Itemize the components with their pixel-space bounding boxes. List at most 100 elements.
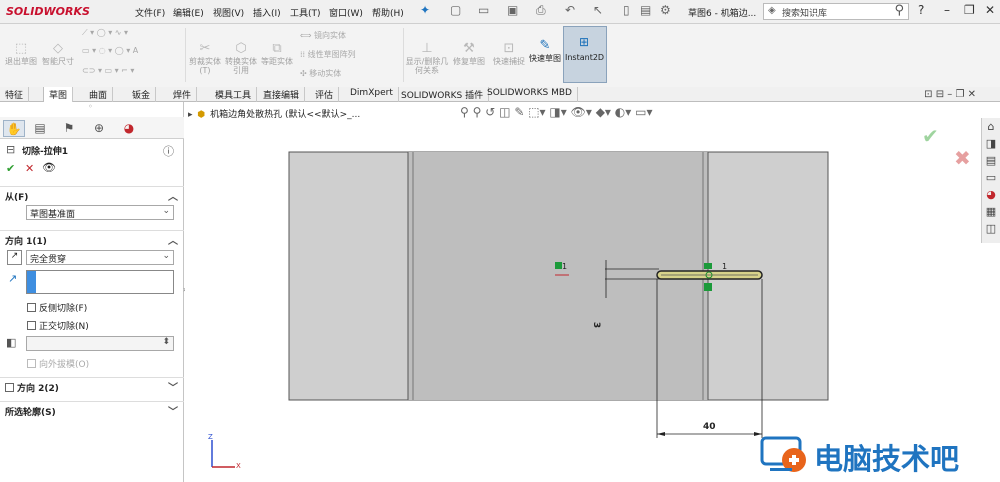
- linear-pattern-button[interactable]: ⁞⁞ 线性草图阵列: [300, 49, 356, 60]
- relations-icon: ⊥: [421, 41, 433, 56]
- appearances-icon[interactable]: ◕: [983, 188, 999, 203]
- menu-help[interactable]: 帮助(H): [372, 6, 404, 19]
- direction1-section-header[interactable]: 方向 1(1) ︿: [0, 230, 184, 247]
- draft-icon[interactable]: ◧: [6, 336, 16, 349]
- search-knowledge-box[interactable]: ◈ 搜索知识库 ⚲: [763, 3, 909, 20]
- from-section-header[interactable]: 从(F) ︿: [0, 186, 184, 203]
- task-pane-tabs: ⌂ ◨ ▤ ▭ ◕ ▦ ◫: [981, 118, 1000, 243]
- repair-sketch-button[interactable]: ⚒ 修复草图: [452, 41, 486, 66]
- dimxpert-tab-icon[interactable]: ⊕: [88, 120, 110, 137]
- draft-outward-checkbox[interactable]: 向外拔模(O): [27, 357, 89, 370]
- menu-file[interactable]: 文件(F): [135, 6, 165, 19]
- home-icon[interactable]: ⌂: [983, 120, 999, 135]
- file-explorer-icon[interactable]: ▭: [983, 171, 999, 186]
- quick-snaps-button[interactable]: ⊡ 快速捕捉: [492, 41, 526, 66]
- menu-insert[interactable]: 插入(I): [253, 6, 281, 19]
- reverse-direction-icon[interactable]: ↗: [7, 250, 22, 265]
- tab-features[interactable]: 特征: [0, 87, 30, 102]
- dimension-vertical-value[interactable]: 3: [591, 322, 601, 328]
- exit-sketch-button[interactable]: ⬚ 退出草图: [4, 41, 38, 66]
- tab-solidworks-addins[interactable]: SOLIDWORKS 插件: [396, 87, 490, 102]
- tab-direct-editing[interactable]: 直接编辑: [258, 87, 306, 102]
- stepper-icon[interactable]: ⬍: [162, 337, 170, 347]
- tab-mold-tools[interactable]: 模具工具: [210, 87, 258, 102]
- rapid-sketch-button[interactable]: ✎ 快速草图: [528, 38, 562, 63]
- smart-dimension-button[interactable]: ◇ 智能尺寸: [40, 41, 76, 66]
- preview-eye-icon[interactable]: 👁: [42, 161, 56, 174]
- graphics-area[interactable]: ▸ ⬢ 机箱边角处散热孔 (默认<<默认>_... ⚲ ⚲ ↺ ◫ ✎ ⬚▾ ◨…: [185, 89, 980, 482]
- menu-window[interactable]: 窗口(W): [329, 6, 363, 19]
- relation-badge[interactable]: [704, 283, 712, 291]
- open-icon[interactable]: ▭: [478, 3, 489, 17]
- dimension-40-value[interactable]: 40: [703, 422, 716, 432]
- forum-icon[interactable]: ◫: [983, 222, 999, 237]
- confirm-corner-ok-icon[interactable]: ✔: [922, 124, 939, 148]
- tab-sketch[interactable]: 草图: [43, 87, 74, 102]
- search-shield-icon: ◈: [768, 5, 776, 16]
- cancel-x-icon[interactable]: ✕: [25, 162, 34, 175]
- feature-manager-tab-icon[interactable]: ✋: [3, 120, 25, 137]
- tab-surfaces[interactable]: 曲面: [84, 87, 114, 102]
- normal-cut-checkbox[interactable]: 正交切除(N): [27, 319, 89, 332]
- instant2d-label: Instant2D: [565, 53, 605, 62]
- ok-check-icon[interactable]: ✔: [6, 162, 15, 175]
- help-icon[interactable]: ⓘ: [163, 143, 174, 159]
- direction2-section-header[interactable]: 方向 2(2) ﹀: [0, 377, 184, 394]
- tab-evaluate[interactable]: 评估: [310, 87, 340, 102]
- menu-tools[interactable]: 工具(T): [290, 6, 321, 19]
- trim-icon: ✂: [199, 41, 211, 56]
- chevron-down-icon: ﹀: [168, 383, 178, 394]
- resources-icon[interactable]: ◨: [983, 137, 999, 152]
- tab-dimxpert[interactable]: DimXpert: [345, 87, 399, 102]
- command-tabs: 特征 草图 曲面 钣金 焊件 模具工具 直接编辑 评估 DimXpert SOL…: [0, 87, 1000, 102]
- design-library-icon[interactable]: ▤: [983, 154, 999, 169]
- trim-entities-button[interactable]: ✂ 剪裁实体(T): [188, 41, 222, 75]
- rebuild-icon[interactable]: ▯: [623, 3, 630, 17]
- config-manager-tab-icon[interactable]: ⚑: [58, 120, 80, 137]
- slot-tool-icon[interactable]: ⊂⊃ ▾ ▭ ▾ ⌐ ▾: [82, 66, 134, 75]
- property-manager-panel: ◦ ✋ ▤ ⚑ ⊕ ◕ ⊟ 切除-拉伸1 ⓘ ✔ ✕ 👁 从(F) ︿ 草图基准面…: [0, 102, 186, 482]
- minimize-icon[interactable]: –: [944, 3, 950, 17]
- feature-title: 切除-拉伸1: [22, 147, 68, 157]
- tab-sheet-metal[interactable]: 钣金: [127, 87, 157, 102]
- confirm-corner-cancel-icon[interactable]: ✖: [954, 146, 971, 170]
- undo-icon[interactable]: ↶: [565, 3, 575, 17]
- property-manager-tab-icon[interactable]: ▤: [29, 120, 51, 137]
- direction-selection-box[interactable]: [26, 270, 174, 294]
- save-icon[interactable]: ▣: [507, 3, 518, 17]
- new-doc-icon[interactable]: ▢: [450, 3, 461, 17]
- panel-collapse-handle[interactable]: ◦: [88, 102, 93, 111]
- restore-icon[interactable]: ❐: [964, 3, 975, 17]
- options-gear-icon[interactable]: ⚙: [660, 3, 671, 17]
- watermark-logo-icon: [760, 436, 806, 472]
- from-select[interactable]: 草图基准面 ⌄: [26, 205, 174, 220]
- pin-icon[interactable]: ✦: [420, 3, 430, 17]
- display-delete-relations-button[interactable]: ⊥ 显示/删除几何关系: [405, 41, 449, 75]
- line-tool-icon[interactable]: ⟋ ▾ ◯ ▾ ∿ ▾: [82, 28, 128, 38]
- selected-contours-header[interactable]: 所选轮廓(S) ﹀: [0, 401, 184, 418]
- menu-edit[interactable]: 编辑(E): [173, 6, 204, 19]
- offset-entities-button[interactable]: ⧉ 等距实体: [260, 41, 294, 66]
- relation-badge[interactable]: [704, 263, 712, 269]
- display-manager-tab-icon[interactable]: ◕: [118, 120, 140, 137]
- viewport-window-controls[interactable]: ⊡ ⊟ – ❐ ✕: [924, 89, 976, 100]
- search-icon[interactable]: ⚲: [894, 3, 904, 18]
- move-entities-button[interactable]: ✣ 移动实体: [300, 68, 341, 79]
- instant2d-button[interactable]: ⊞ Instant2D: [563, 26, 607, 83]
- convert-entities-button[interactable]: ⬡ 转换实体引用: [223, 41, 259, 75]
- help-question-icon[interactable]: ?: [918, 3, 924, 17]
- rect-tool-icon[interactable]: ▭ ▾ ◌ ▾ ◯ ▾ A: [82, 46, 138, 55]
- close-icon[interactable]: ✕: [985, 3, 995, 17]
- end-condition-select[interactable]: 完全贯穿 ⌄: [26, 250, 174, 265]
- solidworks-logo[interactable]: SOLIDWORKS: [6, 5, 90, 18]
- menu-view[interactable]: 视图(V): [213, 6, 244, 19]
- select-icon[interactable]: ↖: [593, 3, 603, 17]
- custom-properties-icon[interactable]: ▦: [983, 205, 999, 220]
- tab-solidworks-mbd[interactable]: SOLIDWORKS MBD: [482, 87, 578, 102]
- flip-side-checkbox[interactable]: 反侧切除(F): [27, 301, 87, 314]
- tab-weldments[interactable]: 焊件: [168, 87, 198, 102]
- mirror-entities-button[interactable]: ⟺ 镜向实体: [300, 30, 346, 41]
- draft-angle-input[interactable]: ⬍: [26, 336, 174, 351]
- print-icon[interactable]: ⎙: [536, 3, 546, 18]
- file-props-icon[interactable]: ▤: [640, 3, 651, 17]
